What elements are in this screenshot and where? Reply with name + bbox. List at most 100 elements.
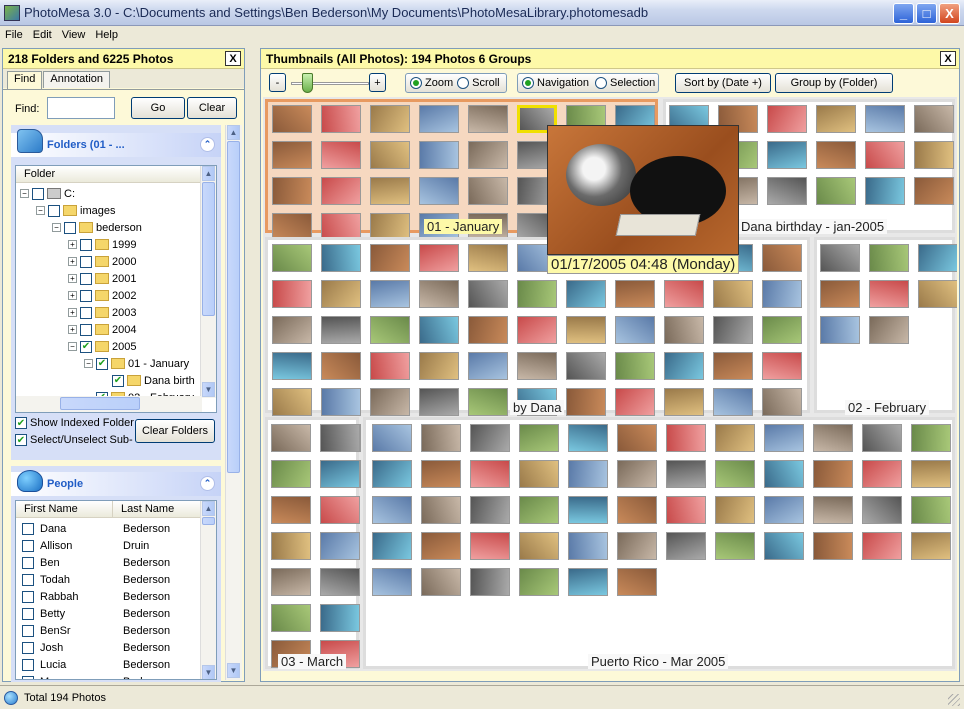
tree-expander-icon[interactable]: − (68, 342, 77, 351)
person-checkbox[interactable] (22, 658, 34, 671)
photo-thumbnail[interactable] (617, 496, 657, 524)
photo-thumbnail[interactable] (615, 280, 655, 308)
photo-thumbnail[interactable] (865, 177, 905, 205)
photo-thumbnail[interactable] (271, 496, 311, 524)
people-column-header[interactable]: First Name Last Name (16, 501, 216, 518)
tree-expander-icon[interactable]: + (68, 240, 77, 249)
people-row[interactable]: MaraBederson (20, 673, 202, 679)
photo-thumbnail[interactable] (370, 177, 410, 205)
photo-thumbnail[interactable] (664, 280, 704, 308)
photo-thumbnail[interactable] (272, 388, 312, 416)
photo-thumbnail[interactable] (272, 280, 312, 308)
photo-thumbnail[interactable] (320, 424, 360, 452)
photo-thumbnail[interactable] (762, 280, 802, 308)
last-name-column[interactable]: Last Name (113, 501, 202, 517)
people-row[interactable]: Ben Bederson (20, 554, 202, 571)
zoom-slider-thumb[interactable] (301, 73, 313, 93)
tree-expander-icon[interactable]: + (68, 257, 77, 266)
photo-thumbnail[interactable] (568, 532, 608, 560)
tree-expander-icon[interactable]: − (84, 359, 93, 368)
photo-thumbnail[interactable] (617, 568, 657, 596)
photo-thumbnail[interactable] (419, 280, 459, 308)
photo-thumbnail[interactable] (869, 244, 909, 272)
scroll-radio[interactable] (457, 77, 470, 89)
folder-tree-row[interactable]: +2000 (20, 253, 202, 270)
folder-tree-row[interactable]: +2001 (20, 270, 202, 287)
folder-checkbox[interactable]: ✔ (112, 374, 124, 387)
photo-thumbnail[interactable] (764, 496, 804, 524)
photo-thumbnail[interactable] (862, 460, 902, 488)
people-scroll-up-icon[interactable]: ▲ (202, 501, 215, 516)
photo-thumbnail[interactable] (419, 244, 459, 272)
photo-thumbnail[interactable] (468, 316, 508, 344)
photo-thumbnail[interactable] (519, 532, 559, 560)
photo-thumbnail[interactable] (568, 568, 608, 596)
folder-tree-hscroll[interactable] (16, 396, 202, 412)
menu-edit[interactable]: Edit (28, 29, 57, 41)
photo-thumbnail[interactable] (764, 424, 804, 452)
scroll-up-icon[interactable]: ▲ (202, 166, 215, 181)
photo-thumbnail[interactable] (666, 460, 706, 488)
photo-thumbnail[interactable] (568, 424, 608, 452)
photo-thumbnail[interactable] (470, 496, 510, 524)
left-panel-close-button[interactable]: X (225, 51, 241, 66)
group-02-february[interactable]: 02 - February (814, 237, 957, 415)
folder-checkbox[interactable] (80, 323, 92, 336)
photo-thumbnail[interactable] (271, 532, 311, 560)
photo-thumbnail[interactable] (820, 316, 860, 344)
people-row[interactable]: Dana Bederson (20, 520, 202, 537)
photo-thumbnail[interactable] (468, 105, 508, 133)
folder-tree-row[interactable]: − ✔ 2005 (20, 338, 202, 355)
first-name-column[interactable]: First Name (16, 501, 113, 517)
photo-thumbnail[interactable] (816, 177, 856, 205)
photo-thumbnail[interactable] (271, 424, 311, 452)
select-unselect-checkbox[interactable]: ✔ (15, 434, 27, 446)
photo-thumbnail[interactable] (272, 105, 312, 133)
minimize-button[interactable]: _ (893, 3, 914, 24)
show-indexed-row[interactable]: ✔ Show Indexed Folders (15, 417, 134, 429)
photo-thumbnail[interactable] (713, 352, 753, 380)
photo-thumbnail[interactable] (370, 352, 410, 380)
photo-thumbnail[interactable] (911, 424, 951, 452)
photo-thumbnail[interactable] (566, 316, 606, 344)
people-row[interactable]: Rabbah Bederson (20, 588, 202, 605)
photo-thumbnail[interactable] (617, 424, 657, 452)
folder-tree-row[interactable]: − C: (20, 185, 202, 202)
folder-tree-row[interactable]: ✔ Dana birth (20, 372, 202, 389)
folder-checkbox[interactable] (80, 272, 92, 285)
menu-help[interactable]: Help (90, 29, 123, 41)
sort-button[interactable]: Sort by (Date +) (675, 73, 771, 93)
close-button[interactable]: X (939, 3, 960, 24)
folder-tree-row[interactable]: +1999 (20, 236, 202, 253)
photo-thumbnail[interactable] (664, 316, 704, 344)
folder-checkbox[interactable] (80, 306, 92, 319)
photo-thumbnail[interactable] (820, 280, 860, 308)
photo-thumbnail[interactable] (370, 141, 410, 169)
photo-thumbnail[interactable] (519, 496, 559, 524)
tree-expander-icon[interactable]: − (52, 223, 61, 232)
folder-checkbox[interactable]: ✔ (96, 357, 108, 370)
photo-thumbnail[interactable] (321, 352, 361, 380)
person-checkbox[interactable] (22, 539, 34, 552)
photo-thumbnail[interactable] (865, 141, 905, 169)
person-checkbox[interactable] (22, 573, 34, 586)
people-row[interactable]: Allison Druin (20, 537, 202, 554)
photo-thumbnail[interactable] (321, 244, 361, 272)
photo-thumbnail[interactable] (421, 424, 461, 452)
people-row[interactable]: Todah Bederson (20, 571, 202, 588)
photo-thumbnail[interactable] (862, 496, 902, 524)
people-row[interactable]: Lucia Bederson (20, 656, 202, 673)
person-checkbox[interactable] (22, 607, 34, 620)
photo-thumbnail[interactable] (568, 496, 608, 524)
menu-view[interactable]: View (57, 29, 91, 41)
photo-thumbnail[interactable] (918, 280, 957, 308)
maximize-button[interactable]: □ (916, 3, 937, 24)
photo-thumbnail[interactable] (320, 568, 360, 596)
person-checkbox[interactable] (22, 590, 34, 603)
photo-thumbnail[interactable] (865, 105, 905, 133)
folder-tree-row[interactable]: − images (20, 202, 202, 219)
photo-thumbnail[interactable] (321, 105, 361, 133)
photo-thumbnail[interactable] (566, 280, 606, 308)
photo-thumbnail[interactable] (421, 568, 461, 596)
photo-thumbnail[interactable] (517, 316, 557, 344)
